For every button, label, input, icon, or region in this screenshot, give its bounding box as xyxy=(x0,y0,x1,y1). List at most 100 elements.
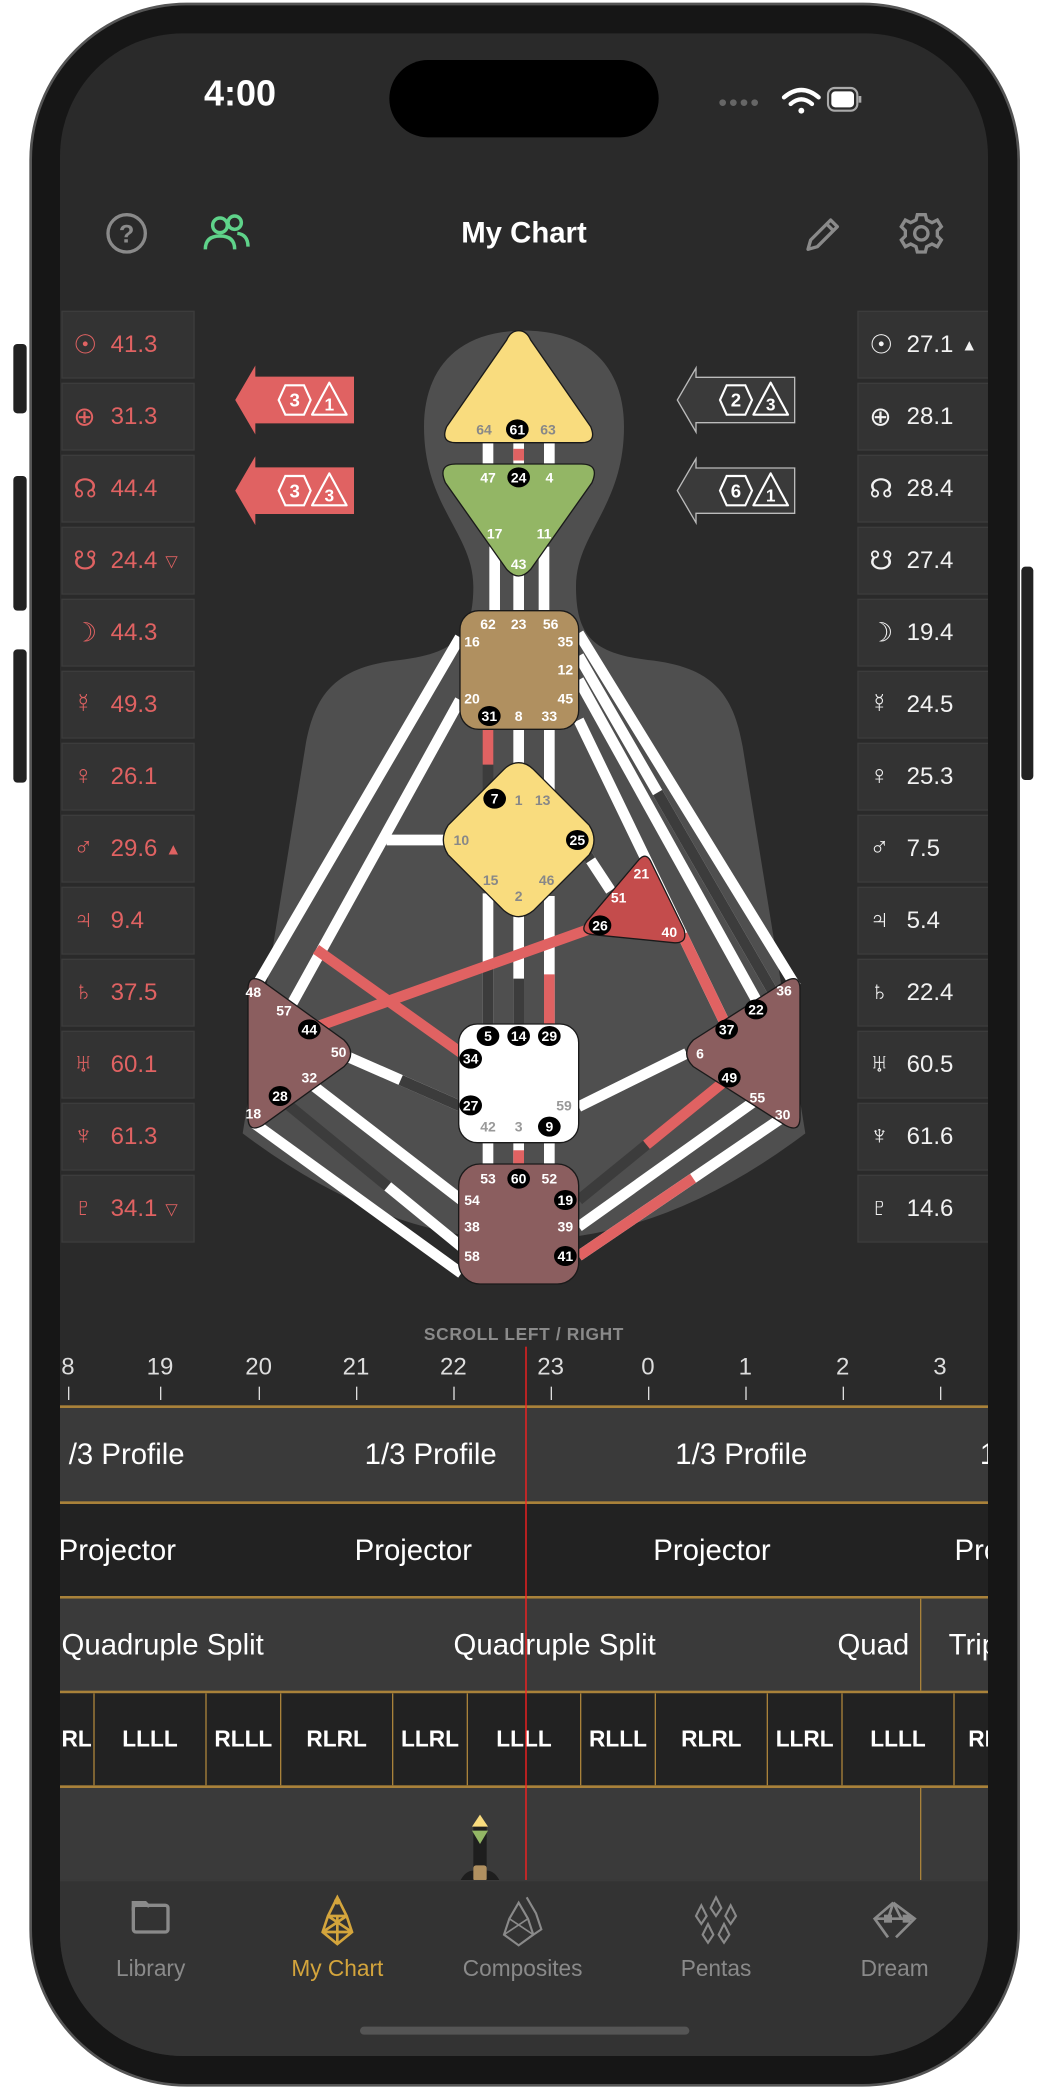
gate-number[interactable]: 22 xyxy=(748,1001,764,1017)
planet-row[interactable]: ☋ 24.4 ▽ xyxy=(61,526,195,595)
planet-row[interactable]: ♇ 34.1 ▽ xyxy=(61,1174,195,1243)
planet-row[interactable]: ♇ 14.6 xyxy=(857,1174,988,1243)
gate-number[interactable]: 60 xyxy=(511,1171,527,1187)
planet-row[interactable]: ☽ 19.4 xyxy=(857,598,988,667)
variable-cell[interactable]: LLLL xyxy=(843,1693,955,1786)
gate-number[interactable]: 2 xyxy=(515,888,523,904)
gate-number[interactable]: 9 xyxy=(545,1119,553,1135)
planet-row[interactable]: ♀ 26.1 xyxy=(61,742,195,811)
variable-cell[interactable]: RL xyxy=(955,1693,988,1785)
gate-number[interactable]: 15 xyxy=(483,872,499,888)
gate-number[interactable]: 37 xyxy=(719,1021,735,1037)
gate-number[interactable]: 38 xyxy=(464,1219,480,1235)
gate-number[interactable]: 34 xyxy=(463,1051,479,1067)
variable-cell[interactable]: LLLL xyxy=(95,1693,207,1786)
tab-composites[interactable]: Composites xyxy=(443,1895,603,1983)
gate-number[interactable]: 56 xyxy=(543,616,559,632)
planet-row[interactable]: ♆ 61.3 xyxy=(61,1102,195,1171)
gate-number[interactable]: 24 xyxy=(511,469,527,485)
timeline-cursor[interactable] xyxy=(524,1346,527,1880)
gate-number[interactable]: 62 xyxy=(480,616,496,632)
tab-dream[interactable]: Dream xyxy=(815,1895,975,1983)
gate-number[interactable]: 40 xyxy=(662,924,678,940)
gate-number[interactable]: 44 xyxy=(302,1021,318,1037)
gate-number[interactable]: 7 xyxy=(491,791,499,807)
gate-number[interactable]: 41 xyxy=(558,1248,574,1264)
gate-number[interactable]: 35 xyxy=(558,633,574,649)
gate-number[interactable]: 32 xyxy=(302,1069,318,1085)
gate-number[interactable]: 55 xyxy=(750,1089,766,1105)
tab-my-chart[interactable]: My Chart xyxy=(257,1894,417,1983)
gate-number[interactable]: 49 xyxy=(722,1069,738,1085)
variable-cell[interactable]: RLLL xyxy=(207,1693,282,1786)
planet-row[interactable]: ☉ 27.1 ▲ xyxy=(857,310,988,379)
gate-number[interactable]: 59 xyxy=(556,1097,572,1113)
tab-pentas[interactable]: Pentas xyxy=(636,1894,796,1983)
variable-cell[interactable]: RLLL xyxy=(581,1693,656,1786)
gate-number[interactable]: 8 xyxy=(515,708,523,724)
personality-variable-arrow[interactable]: 61 xyxy=(676,456,796,526)
planet-row[interactable]: ☿ 49.3 xyxy=(61,670,195,739)
center-sacral[interactable]: 5 14 29 34 27 59 42 3 9 xyxy=(457,1023,580,1144)
gate-number[interactable]: 4 xyxy=(545,469,553,485)
gate-number[interactable]: 25 xyxy=(570,832,586,848)
tab-library[interactable]: Library xyxy=(71,1895,231,1983)
design-variable-arrow[interactable]: 33 xyxy=(235,456,354,526)
variable-cell[interactable]: RLRL xyxy=(281,1693,394,1786)
planet-row[interactable]: ☊ 28.4 xyxy=(857,454,988,523)
gate-number[interactable]: 57 xyxy=(276,1003,292,1019)
gate-number[interactable]: 23 xyxy=(511,616,527,632)
gate-number[interactable]: 58 xyxy=(464,1248,480,1264)
gate-number[interactable]: 30 xyxy=(775,1107,791,1123)
planet-row[interactable]: ☊ 44.4 xyxy=(61,454,195,523)
gate-number[interactable]: 46 xyxy=(539,872,555,888)
gate-number[interactable]: 39 xyxy=(558,1219,574,1235)
variable-cell[interactable]: RLRL xyxy=(656,1693,768,1786)
gate-number[interactable]: 19 xyxy=(558,1192,574,1208)
gate-number[interactable]: 61 xyxy=(510,421,526,437)
planet-row[interactable]: ⊕ 31.3 xyxy=(61,382,195,451)
gate-number[interactable]: 45 xyxy=(558,691,574,707)
variable-cell[interactable]: LLRL xyxy=(768,1693,843,1786)
planet-row[interactable]: ♅ 60.1 xyxy=(61,1030,195,1099)
planet-row[interactable]: ☋ 27.4 xyxy=(857,526,988,595)
gate-number[interactable]: 54 xyxy=(464,1192,480,1208)
gate-number[interactable]: 26 xyxy=(592,917,608,933)
planet-row[interactable]: ♄ 37.5 xyxy=(61,958,195,1027)
gate-number[interactable]: 20 xyxy=(464,691,480,707)
planet-row[interactable]: ♆ 61.6 xyxy=(857,1102,988,1171)
gate-number[interactable]: 64 xyxy=(476,421,492,437)
planet-row[interactable]: ♄ 22.4 xyxy=(857,958,988,1027)
planet-row[interactable]: ♅ 60.5 xyxy=(857,1030,988,1099)
gate-number[interactable]: 48 xyxy=(246,984,262,1000)
gate-number[interactable]: 21 xyxy=(634,865,650,881)
planet-row[interactable]: ♃ 5.4 xyxy=(857,886,988,955)
planet-row[interactable]: ♃ 9.4 xyxy=(61,886,195,955)
gate-number[interactable]: 6 xyxy=(696,1045,704,1061)
gate-number[interactable]: 36 xyxy=(776,983,792,999)
gate-number[interactable]: 14 xyxy=(511,1028,527,1044)
gate-number[interactable]: 28 xyxy=(272,1088,288,1104)
gate-number[interactable]: 43 xyxy=(511,556,527,572)
gate-number[interactable]: 50 xyxy=(331,1044,347,1060)
gate-number[interactable]: 18 xyxy=(246,1105,262,1121)
gate-number[interactable]: 11 xyxy=(537,525,552,541)
gate-number[interactable]: 53 xyxy=(480,1171,496,1187)
gate-number[interactable]: 10 xyxy=(454,832,470,848)
gate-number[interactable]: 33 xyxy=(542,708,558,724)
design-variable-arrow[interactable]: 31 xyxy=(235,365,354,435)
center-throat[interactable]: 62 23 56 16 35 12 20 45 31 8 33 xyxy=(459,609,580,730)
gate-number[interactable]: 12 xyxy=(558,661,574,677)
gate-number[interactable]: 52 xyxy=(542,1171,558,1187)
center-root[interactable]: 53 60 52 54 19 38 39 58 41 xyxy=(457,1163,580,1285)
planet-row[interactable]: ☉ 41.3 xyxy=(61,310,195,379)
planet-row[interactable]: ♂ 7.5 xyxy=(857,814,988,883)
variable-cell[interactable]: LLRL xyxy=(393,1693,468,1786)
gate-number[interactable]: 31 xyxy=(482,708,498,724)
personality-variable-arrow[interactable]: 23 xyxy=(676,365,796,435)
gate-number[interactable]: 13 xyxy=(535,792,551,808)
gate-number[interactable]: 5 xyxy=(484,1028,492,1044)
gate-number[interactable]: 3 xyxy=(515,1119,523,1135)
gate-number[interactable]: 27 xyxy=(463,1097,479,1113)
gate-number[interactable]: 16 xyxy=(464,633,480,649)
